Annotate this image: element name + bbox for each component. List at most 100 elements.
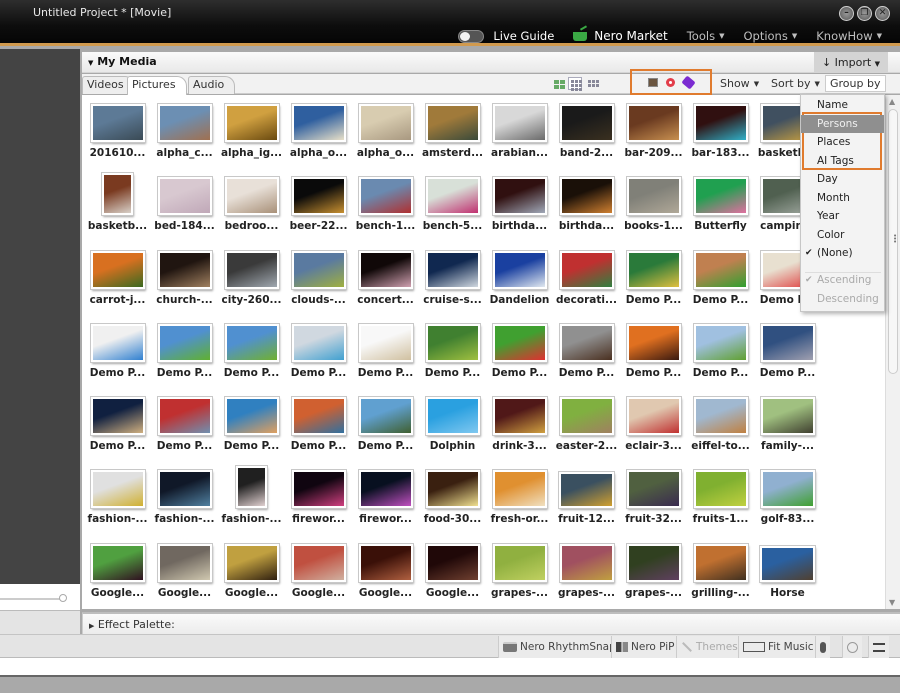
- media-thumbnail-item[interactable]: church-...: [151, 245, 218, 318]
- media-thumbnail-item[interactable]: fruit-32...: [620, 464, 687, 537]
- thumbnail-image[interactable]: [692, 469, 749, 510]
- group-by-option-day[interactable]: Day: [801, 170, 884, 189]
- thumbnail-image[interactable]: [156, 249, 213, 290]
- import-button[interactable]: ↓ Import ▼: [814, 52, 888, 73]
- media-thumbnail-item[interactable]: Google...: [84, 538, 151, 609]
- minimize-button[interactable]: –: [839, 6, 854, 21]
- media-thumbnail-item[interactable]: fashion-...: [84, 464, 151, 537]
- thumbnail-image[interactable]: [558, 396, 615, 437]
- media-thumbnail-item[interactable]: grapes-...: [486, 538, 553, 609]
- thumbnail-image[interactable]: [156, 396, 213, 437]
- media-thumbnail-item[interactable]: clouds-...: [285, 245, 352, 318]
- media-thumbnail-item[interactable]: Demo P...: [151, 318, 218, 391]
- media-thumbnail-item[interactable]: Demo P...: [352, 391, 419, 464]
- thumbnail-image[interactable]: [692, 396, 749, 437]
- media-thumbnail-item[interactable]: Horse: [754, 538, 821, 609]
- thumbnail-image[interactable]: [625, 103, 682, 143]
- thumbnail-image[interactable]: [625, 396, 682, 437]
- media-thumbnail-item[interactable]: bench-1...: [352, 171, 419, 244]
- media-thumbnail-item[interactable]: Demo P...: [84, 318, 151, 391]
- thumbnail-image[interactable]: [156, 322, 213, 363]
- media-thumbnail-item[interactable]: alpha_ig...: [218, 98, 285, 171]
- group-by-dropdown[interactable]: Group by ▼: [825, 75, 886, 104]
- media-thumbnail-item[interactable]: concert...: [352, 245, 419, 318]
- restore-button[interactable]: ❐: [857, 6, 872, 21]
- media-thumbnail-item[interactable]: Google...: [352, 538, 419, 609]
- thumbnail-image[interactable]: [424, 249, 481, 290]
- effect-palette-header[interactable]: ▶ Effect Palette:: [89, 618, 175, 631]
- media-thumbnail-item[interactable]: Google...: [419, 538, 486, 609]
- thumbnail-image[interactable]: [223, 249, 280, 290]
- thumbnail-image[interactable]: [491, 176, 548, 217]
- group-by-option-name[interactable]: Name: [801, 96, 884, 115]
- media-thumbnail-item[interactable]: Demo P...: [218, 318, 285, 391]
- media-thumbnail-item[interactable]: birthda...: [553, 171, 620, 244]
- media-thumbnail-item[interactable]: grapes-...: [553, 538, 620, 609]
- persons-icon[interactable]: [648, 77, 658, 87]
- thumbnail-image[interactable]: [290, 396, 347, 437]
- media-thumbnail-item[interactable]: Google...: [285, 538, 352, 609]
- toggle-switch-icon[interactable]: [458, 29, 485, 43]
- media-thumbnail-item[interactable]: Demo P...: [285, 318, 352, 391]
- media-thumbnail-item[interactable]: Demo P...: [218, 391, 285, 464]
- thumbnail-image[interactable]: [491, 103, 548, 143]
- thumbnail-image[interactable]: [223, 103, 280, 143]
- thumbnail-image[interactable]: [223, 542, 280, 583]
- media-thumbnail-item[interactable]: beer-22...: [285, 171, 352, 244]
- group-by-option-color[interactable]: Color: [801, 226, 884, 245]
- thumbnail-image[interactable]: [692, 103, 749, 143]
- ai-tags-icon[interactable]: [681, 75, 696, 89]
- nero-market-button[interactable]: Nero Market: [573, 29, 668, 43]
- media-thumbnail-item[interactable]: Demo P...: [352, 318, 419, 391]
- knowhow-menu[interactable]: KnowHow ▼: [816, 29, 882, 43]
- thumbnail-image[interactable]: [424, 542, 481, 583]
- media-thumbnail-item[interactable]: fruits-1...: [687, 464, 754, 537]
- group-by-option-none[interactable]: ✔ (None): [801, 244, 884, 263]
- sort-by-dropdown[interactable]: Sort by ▼: [771, 77, 820, 90]
- thumbnail-image[interactable]: [357, 176, 414, 217]
- tab-pictures[interactable]: Pictures: [127, 76, 187, 95]
- media-thumbnail-item[interactable]: Demo P...: [687, 318, 754, 391]
- small-thumbnails-view-icon[interactable]: [568, 77, 582, 91]
- thumbnail-image[interactable]: [759, 544, 816, 583]
- thumbnail-image[interactable]: [759, 322, 816, 363]
- media-thumbnail-item[interactable]: books-1...: [620, 171, 687, 244]
- media-thumbnail-item[interactable]: Demo P...: [84, 391, 151, 464]
- more-tools-button[interactable]: [868, 636, 889, 658]
- media-thumbnail-item[interactable]: fashion-...: [151, 464, 218, 537]
- media-thumbnail-item[interactable]: Google...: [218, 538, 285, 609]
- large-thumbnails-view-icon[interactable]: [551, 77, 565, 90]
- thumbnail-image[interactable]: [89, 469, 146, 510]
- media-thumbnail-item[interactable]: band-2...: [553, 98, 620, 171]
- thumbnail-image[interactable]: [357, 469, 414, 510]
- thumbnail-image[interactable]: [759, 469, 816, 510]
- media-thumbnail-item[interactable]: basketb...: [84, 171, 151, 244]
- media-thumbnail-item[interactable]: grilling-...: [687, 538, 754, 609]
- options-menu[interactable]: Options ▼: [743, 29, 797, 43]
- thumbnail-image[interactable]: [290, 176, 347, 217]
- media-thumbnail-item[interactable]: Butterfly: [687, 171, 754, 244]
- nero-rhythmsnap-button[interactable]: Nero RhythmSnap▼: [498, 636, 629, 658]
- thumbnail-image[interactable]: [156, 469, 213, 510]
- preview-slider-track[interactable]: [0, 598, 62, 600]
- scroll-down-arrow-icon[interactable]: ▼: [889, 598, 895, 607]
- close-button[interactable]: ✕: [875, 6, 890, 21]
- thumbnail-image[interactable]: [491, 469, 548, 510]
- thumbnail-image[interactable]: [89, 542, 146, 583]
- thumbnail-image[interactable]: [692, 249, 749, 290]
- group-by-option-ai-tags[interactable]: AI Tags: [801, 152, 884, 171]
- thumbnail-image[interactable]: [357, 322, 414, 363]
- media-thumbnail-item[interactable]: alpha_o...: [352, 98, 419, 171]
- media-thumbnail-item[interactable]: Demo P...: [620, 318, 687, 391]
- scrollbar-thumb[interactable]: • • •: [888, 109, 898, 374]
- media-thumbnail-item[interactable]: Demo P...: [620, 245, 687, 318]
- thumbnail-image[interactable]: [89, 322, 146, 363]
- media-thumbnail-item[interactable]: fruit-12...: [553, 464, 620, 537]
- media-thumbnail-item[interactable]: Demo P...: [285, 391, 352, 464]
- media-thumbnail-item[interactable]: food-30...: [419, 464, 486, 537]
- thumbnail-image[interactable]: [625, 176, 682, 217]
- group-by-option-places[interactable]: Places: [801, 133, 884, 152]
- media-thumbnail-item[interactable]: eclair-3...: [620, 391, 687, 464]
- media-thumbnail-item[interactable]: arabian...: [486, 98, 553, 171]
- media-thumbnail-item[interactable]: carrot-j...: [84, 245, 151, 318]
